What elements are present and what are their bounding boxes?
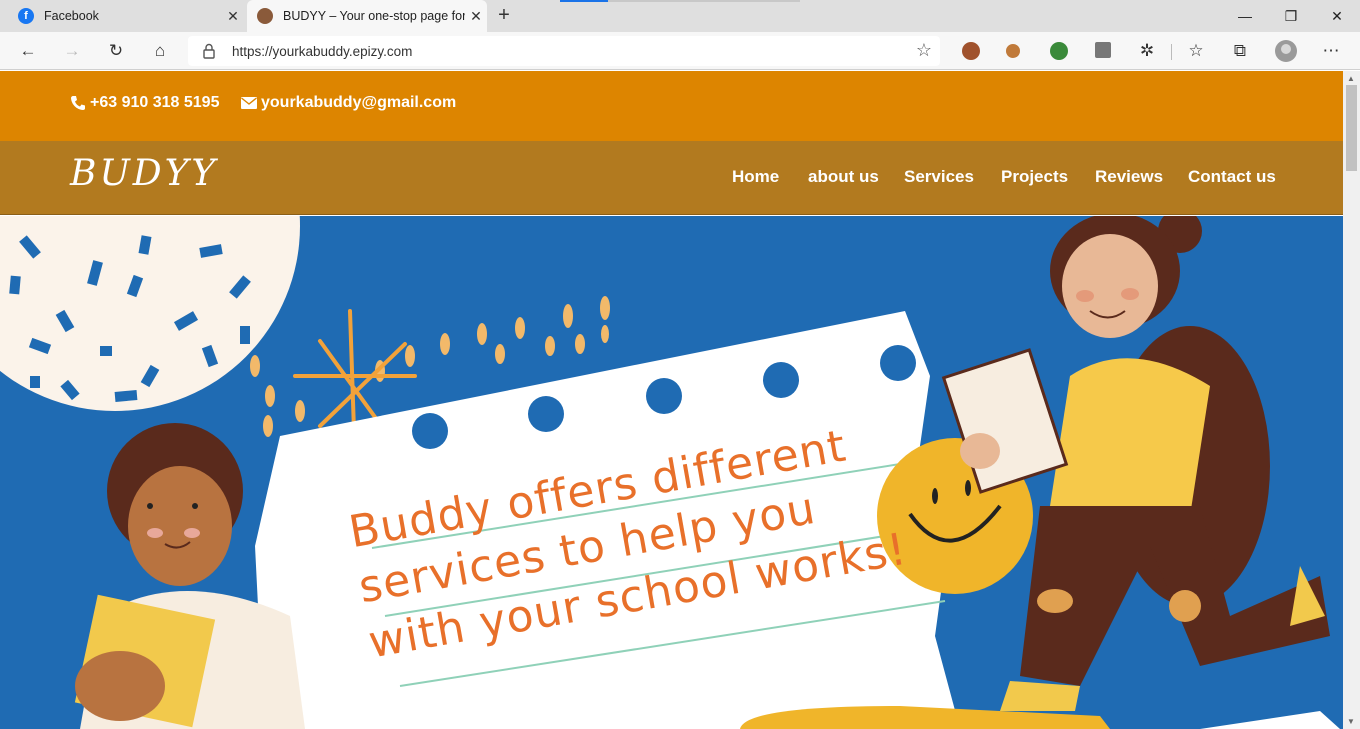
email-contact[interactable]: yourkabuddy@gmail.com bbox=[241, 94, 456, 112]
color-picker-icon[interactable] bbox=[1095, 42, 1111, 58]
profile-avatar[interactable] bbox=[1275, 40, 1297, 62]
add-favorite-icon[interactable]: ☆ bbox=[916, 40, 932, 61]
phone-icon bbox=[71, 96, 85, 110]
minimize-button[interactable]: — bbox=[1222, 0, 1268, 32]
globe-extension-icon[interactable] bbox=[1050, 42, 1068, 60]
nav-home[interactable]: Home bbox=[732, 167, 779, 187]
phone-number: +63 910 318 5195 bbox=[90, 94, 220, 111]
tab-facebook[interactable]: f Facebook ✕ bbox=[8, 0, 244, 32]
budyy-favicon bbox=[257, 8, 273, 24]
scroll-down-icon[interactable]: ▼ bbox=[1347, 717, 1355, 726]
restore-button[interactable]: ❐ bbox=[1268, 0, 1314, 32]
contact-bar: +63 910 318 5195 yourkabuddy@gmail.com bbox=[0, 71, 1343, 141]
extensions-icon[interactable]: ✲ bbox=[1134, 38, 1160, 64]
new-tab-button[interactable]: + bbox=[492, 4, 516, 28]
nav-projects[interactable]: Projects bbox=[1001, 167, 1068, 187]
scroll-up-icon[interactable]: ▲ bbox=[1347, 74, 1355, 83]
nav-contact-us[interactable]: Contact us bbox=[1188, 167, 1276, 187]
favorites-icon[interactable]: ☆ bbox=[1183, 38, 1209, 64]
email-address: yourkabuddy@gmail.com bbox=[261, 94, 457, 111]
scrollbar-thumb[interactable] bbox=[1346, 85, 1357, 171]
browser-toolbar: ← → ↻ ⌂ https://yourkabuddy.epizy.com ☆ … bbox=[0, 32, 1360, 70]
toolbar-divider bbox=[1171, 44, 1172, 60]
lock-icon bbox=[203, 43, 215, 59]
nav-about-us[interactable]: about us bbox=[808, 167, 879, 187]
page-scrollbar[interactable]: ▲ ▼ bbox=[1343, 71, 1360, 729]
refresh-icon[interactable]: ↻ bbox=[103, 38, 129, 64]
cookie-extension-icon[interactable] bbox=[962, 42, 980, 60]
home-icon[interactable]: ⌂ bbox=[147, 38, 173, 64]
paper-corner bbox=[1200, 711, 1340, 729]
phone-contact[interactable]: +63 910 318 5195 bbox=[70, 94, 219, 112]
close-window-button[interactable]: ✕ bbox=[1314, 0, 1360, 32]
close-tab-icon[interactable]: ✕ bbox=[222, 8, 244, 25]
site-navbar: BUDYY Home about us Services Projects Re… bbox=[0, 141, 1343, 215]
back-icon[interactable]: ← bbox=[15, 38, 41, 64]
nav-services[interactable]: Services bbox=[904, 167, 974, 187]
extension-icon[interactable] bbox=[1006, 44, 1020, 58]
url-text: https://yourkabuddy.epizy.com bbox=[232, 44, 413, 59]
tab-title: Facebook bbox=[44, 9, 99, 23]
address-bar[interactable]: https://yourkabuddy.epizy.com ☆ bbox=[188, 36, 940, 66]
tab-title: BUDYY – Your one-stop page for bbox=[283, 9, 465, 23]
forward-icon[interactable]: → bbox=[59, 38, 85, 64]
more-menu-icon[interactable]: ⋯ bbox=[1318, 38, 1344, 64]
tab-budyy[interactable]: BUDYY – Your one-stop page for ✕ bbox=[247, 0, 487, 32]
envelope-icon bbox=[241, 97, 257, 109]
site-logo[interactable]: BUDYY bbox=[70, 153, 218, 194]
collections-icon[interactable]: ⧉ bbox=[1227, 38, 1253, 64]
browser-tab-strip: f Facebook ✕ BUDYY – Your one-stop page … bbox=[0, 0, 1360, 32]
web-page: +63 910 318 5195 yourkabuddy@gmail.com B… bbox=[0, 71, 1343, 729]
facebook-icon: f bbox=[18, 8, 34, 24]
tab-progress-indicator bbox=[560, 0, 608, 2]
girl-illustration bbox=[941, 216, 1330, 711]
nav-reviews[interactable]: Reviews bbox=[1095, 167, 1163, 187]
tab-progress-track bbox=[608, 0, 800, 2]
close-tab-icon[interactable]: ✕ bbox=[465, 8, 487, 25]
hero-banner: Buddy offers different services to help … bbox=[0, 216, 1343, 729]
